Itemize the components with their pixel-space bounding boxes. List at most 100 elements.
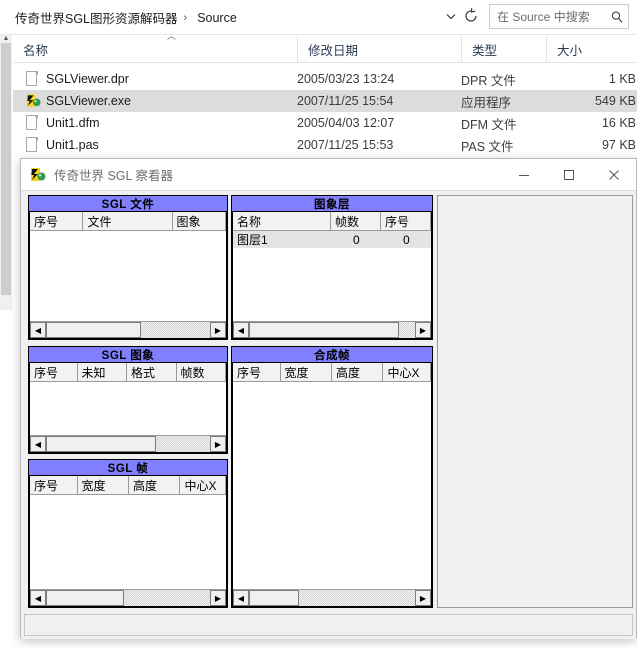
- chevron-down-icon[interactable]: [444, 9, 458, 23]
- scrollbar-thumb[interactable]: [1, 43, 11, 295]
- search-input[interactable]: 在 Source 中搜索: [489, 4, 629, 29]
- breadcrumb-current[interactable]: Source: [193, 11, 237, 25]
- file-name-label: SGLViewer.dpr: [46, 72, 129, 86]
- col-sgl-frame-1[interactable]: 宽度: [78, 476, 129, 495]
- close-button[interactable]: [591, 159, 636, 190]
- listview-rows: [30, 382, 226, 435]
- horizontal-scrollbar[interactable]: ◀ ▶: [30, 589, 226, 606]
- file-type-cell: DPR 文件: [461, 70, 516, 89]
- column-header-name[interactable]: 名称: [13, 36, 297, 62]
- scroll-left-icon[interactable]: ◀: [30, 590, 46, 606]
- listview-sgl-file[interactable]: 序号 文件 图象 ◀ ▶: [29, 211, 227, 339]
- horizontal-scrollbar[interactable]: ◀ ▶: [30, 435, 226, 452]
- column-header-type[interactable]: 类型: [461, 36, 546, 62]
- col-sgl-file-2[interactable]: 图象: [173, 212, 226, 231]
- listview-rows: [30, 495, 226, 589]
- image-preview-pane[interactable]: [437, 195, 633, 608]
- breadcrumb[interactable]: 传奇世界SGL图形资源解码器 › Source: [10, 3, 472, 32]
- scrollbar-track[interactable]: [156, 436, 210, 452]
- horizontal-scrollbar[interactable]: ◀ ▶: [30, 321, 226, 338]
- file-name-cell[interactable]: Unit1.pas: [26, 137, 99, 153]
- scrollbar-track[interactable]: [299, 590, 415, 606]
- panel-composite-frame: 合成帧 序号 宽度 高度 中心X ◀ ▶: [231, 346, 433, 608]
- minimize-button[interactable]: [501, 159, 546, 190]
- file-name-cell[interactable]: Unit1.dfm: [26, 115, 100, 131]
- panel-caption-sgl-image: SGL 图象: [29, 347, 227, 362]
- col-image-layer-2[interactable]: 序号: [381, 212, 431, 231]
- scrollbar-track[interactable]: [141, 322, 210, 338]
- file-row[interactable]: SGLViewer.dpr 2005/03/23 13:24 DPR 文件 1 KB: [13, 68, 637, 90]
- col-composite-2[interactable]: 高度: [332, 363, 383, 382]
- col-composite-0[interactable]: 序号: [233, 363, 281, 382]
- col-composite-3[interactable]: 中心X: [383, 363, 431, 382]
- scroll-right-icon[interactable]: ▶: [415, 590, 431, 606]
- scroll-left-icon[interactable]: ◀: [30, 322, 46, 338]
- scrollbar-track[interactable]: [124, 590, 210, 606]
- file-row[interactable]: SGLViewer.exe2007/11/25 15:54应用程序549 KB: [13, 90, 637, 112]
- file-name-label: Unit1.pas: [46, 138, 99, 152]
- scroll-up-icon[interactable]: ▲: [1, 35, 11, 43]
- horizontal-scrollbar[interactable]: ◀ ▶: [233, 321, 431, 338]
- col-composite-1[interactable]: 宽度: [281, 363, 332, 382]
- listview-image-layer[interactable]: 名称 帧数 序号 图层100 ◀ ▶: [232, 211, 432, 339]
- application-icon: [26, 93, 41, 109]
- file-row[interactable]: Unit1.pas2007/11/25 15:53PAS 文件97 KB: [13, 134, 637, 156]
- listview-header: 序号 宽度 高度 中心X: [30, 476, 226, 495]
- scroll-right-icon[interactable]: ▶: [415, 322, 431, 338]
- scroll-right-icon[interactable]: ▶: [210, 322, 226, 338]
- column-header-date[interactable]: 修改日期: [297, 36, 461, 62]
- col-sgl-image-1[interactable]: 未知: [78, 363, 128, 382]
- explorer-address-bar: 传奇世界SGL图形资源解码器 › Source 在 Source 中搜索: [0, 0, 637, 34]
- col-sgl-frame-3[interactable]: 中心X: [180, 476, 226, 495]
- sort-ascending-icon: ︿: [167, 29, 176, 42]
- col-image-layer-0[interactable]: 名称: [233, 212, 331, 231]
- sgl-viewer-window: 传奇世界 SGL 察看器 SGL 文件 序号: [20, 158, 637, 638]
- col-sgl-file-0[interactable]: 序号: [30, 212, 83, 231]
- search-icon[interactable]: [606, 10, 628, 24]
- window-title: 传奇世界 SGL 察看器: [54, 165, 173, 184]
- listview-row[interactable]: 图层100: [233, 231, 431, 248]
- listview-sgl-frame[interactable]: 序号 宽度 高度 中心X ◀ ▶: [29, 475, 227, 607]
- listview-sgl-image[interactable]: 序号 未知 格式 帧数 ◀ ▶: [29, 362, 227, 453]
- listview-cell: 0: [331, 231, 381, 248]
- scrollbar-thumb[interactable]: [46, 322, 141, 338]
- col-image-layer-1[interactable]: 帧数: [331, 212, 381, 231]
- file-row[interactable]: Unit1.dfm2005/04/03 12:07DFM 文件16 KB: [13, 112, 637, 134]
- scrollbar-track[interactable]: [399, 322, 415, 338]
- maximize-button[interactable]: [546, 159, 591, 190]
- file-icon: [26, 137, 39, 153]
- breadcrumb-root[interactable]: 传奇世界SGL图形资源解码器: [11, 8, 178, 27]
- scrollbar-thumb[interactable]: [249, 322, 399, 338]
- col-sgl-image-2[interactable]: 格式: [127, 363, 177, 382]
- panel-sgl-file: SGL 文件 序号 文件 图象 ◀ ▶: [28, 195, 228, 340]
- file-name-label: SGLViewer.exe: [46, 94, 131, 108]
- col-sgl-frame-0[interactable]: 序号: [30, 476, 78, 495]
- scroll-left-icon[interactable]: ◀: [233, 322, 249, 338]
- col-sgl-file-1[interactable]: 文件: [83, 212, 172, 231]
- col-sgl-image-3[interactable]: 帧数: [177, 363, 227, 382]
- scroll-right-icon[interactable]: ▶: [210, 590, 226, 606]
- refresh-icon[interactable]: [462, 7, 480, 25]
- horizontal-scrollbar[interactable]: ◀ ▶: [233, 589, 431, 606]
- file-date-cell: 2005/04/03 12:07: [297, 116, 394, 130]
- scrollbar-thumb[interactable]: [46, 590, 124, 606]
- scroll-right-icon[interactable]: ▶: [210, 436, 226, 452]
- window-titlebar[interactable]: 传奇世界 SGL 察看器: [21, 159, 636, 191]
- file-name-cell[interactable]: SGLViewer.exe: [26, 93, 131, 109]
- listview-header: 序号 文件 图象: [30, 212, 226, 231]
- scrollbar-thumb[interactable]: [249, 590, 299, 606]
- file-date-cell: 2005/03/23 13:24: [297, 72, 394, 86]
- column-header-size[interactable]: 大小: [546, 36, 637, 62]
- explorer-vertical-scrollbar[interactable]: ▲: [0, 35, 12, 310]
- col-sgl-image-0[interactable]: 序号: [30, 363, 78, 382]
- file-name-cell[interactable]: SGLViewer.dpr: [26, 71, 129, 87]
- file-type-cell: DFM 文件: [461, 114, 517, 133]
- col-sgl-frame-2[interactable]: 高度: [129, 476, 180, 495]
- scroll-left-icon[interactable]: ◀: [30, 436, 46, 452]
- listview-header: 序号 宽度 高度 中心X: [233, 363, 431, 382]
- scroll-left-icon[interactable]: ◀: [233, 590, 249, 606]
- listview-composite-frame[interactable]: 序号 宽度 高度 中心X ◀ ▶: [232, 362, 432, 607]
- file-size-cell: 1 KB: [546, 72, 636, 86]
- file-size-cell: 549 KB: [546, 94, 636, 108]
- scrollbar-thumb[interactable]: [46, 436, 156, 452]
